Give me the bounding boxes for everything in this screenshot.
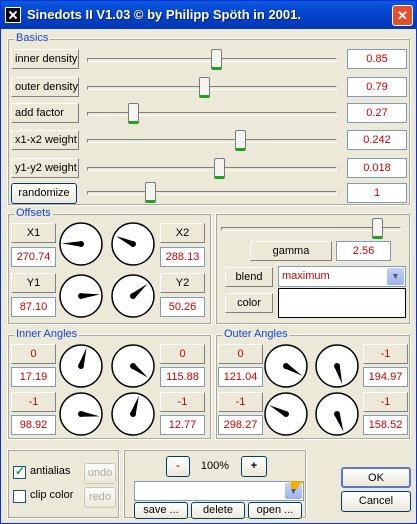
gamma-value[interactable]: 2.56	[336, 241, 391, 261]
open-button[interactable]: open ...	[248, 502, 302, 519]
inner-bl-dial[interactable]	[58, 391, 104, 437]
app-icon	[5, 7, 21, 23]
y1-y2-weight-slider-thumb[interactable]	[214, 158, 225, 179]
y2-value[interactable]: 50.26	[160, 297, 205, 317]
gamma-slider-thumb[interactable]	[372, 218, 383, 239]
y1-y2-weight-label: y1-y2 weight	[11, 158, 79, 178]
outer-tl-value[interactable]: 121.04	[218, 367, 263, 387]
y1-y2-weight-slider[interactable]	[87, 158, 337, 179]
inner-density-label: inner density	[11, 49, 79, 69]
offsets-title: Offsets	[14, 207, 53, 220]
add-factor-slider[interactable]	[87, 103, 337, 124]
ok-button[interactable]: OK	[341, 467, 411, 488]
inner-tl-dial[interactable]	[58, 343, 104, 389]
checkmark-icon: ✓	[15, 464, 26, 478]
chevron-down-icon[interactable]: ▼	[387, 268, 404, 285]
add-factor-slider-thumb[interactable]	[128, 103, 139, 124]
outer-tl-sign[interactable]: 0	[218, 344, 263, 364]
y2-label: Y2	[160, 273, 205, 293]
outer-br-value[interactable]: 158.52	[363, 415, 408, 435]
randomize-button[interactable]: randomize	[11, 183, 77, 204]
offset-x1-dial[interactable]	[58, 221, 104, 267]
clip-color-checkbox[interactable]	[13, 490, 26, 503]
app-window: Sinedots II V1.03 © by Philipp Spöth in …	[0, 0, 417, 524]
save-button[interactable]: save ...	[134, 502, 188, 519]
inner-bl-value[interactable]: 98.92	[11, 415, 56, 435]
x1-x2-weight-slider[interactable]	[87, 130, 337, 151]
add-factor-label: add factor	[11, 103, 79, 123]
antialias-label: antialias	[30, 465, 71, 477]
x1-x2-weight-label: x1-x2 weight	[11, 130, 79, 150]
zoom-level: 100%	[200, 460, 230, 472]
inner-density-slider[interactable]	[87, 49, 337, 70]
blend-select[interactable]: maximum ▼	[278, 266, 406, 287]
outer-bl-sign[interactable]: -1	[218, 392, 263, 412]
inner-bl-sign[interactable]: -1	[11, 392, 56, 412]
inner-tl-sign[interactable]: 0	[11, 344, 56, 364]
x2-label: X2	[160, 223, 205, 243]
undo-button[interactable]: undo	[84, 463, 116, 484]
color-swatch[interactable]	[278, 288, 406, 318]
x1-x2-weight-value[interactable]: 0.242	[347, 130, 407, 150]
outer-tl-dial[interactable]	[263, 343, 309, 389]
outer-tr-dial[interactable]	[314, 343, 360, 389]
y1-label: Y1	[11, 273, 56, 293]
zoom-in-button[interactable]: +	[241, 456, 267, 477]
offset-y1-dial[interactable]	[58, 273, 104, 319]
color-label: color	[225, 293, 273, 313]
inner-angles-title: Inner Angles	[14, 328, 80, 341]
window-title: Sinedots II V1.03 © by Philipp Spöth in …	[27, 7, 301, 22]
offset-x2-dial[interactable]	[110, 221, 156, 267]
gamma-slider[interactable]	[221, 218, 401, 239]
delete-button[interactable]: delete	[191, 502, 245, 519]
x2-value[interactable]: 288.13	[160, 247, 205, 267]
inner-density-slider-thumb[interactable]	[211, 49, 222, 70]
outer-angles-title: Outer Angles	[222, 328, 290, 341]
blend-select-value: maximum	[282, 270, 330, 282]
outer-bl-dial[interactable]	[263, 391, 309, 437]
preset-select[interactable]: ▼	[134, 481, 304, 501]
antialias-checkbox[interactable]: ✓	[13, 464, 26, 479]
blend-label: blend	[225, 267, 273, 287]
zoom-out-button[interactable]: -	[166, 456, 190, 477]
inner-tr-value[interactable]: 115.88	[160, 367, 205, 387]
inner-tr-dial[interactable]	[110, 343, 156, 389]
close-button[interactable]: ✕	[392, 5, 413, 26]
redo-button[interactable]: redo	[84, 487, 116, 508]
title-bar[interactable]: Sinedots II V1.03 © by Philipp Spöth in …	[1, 1, 416, 29]
randomize-value[interactable]: 1	[347, 183, 407, 203]
inner-br-value[interactable]: 12.77	[160, 415, 205, 435]
inner-tr-sign[interactable]: 0	[160, 344, 205, 364]
outer-density-value[interactable]: 0.79	[347, 77, 407, 97]
y1-value[interactable]: 87.10	[11, 297, 56, 317]
outer-tr-value[interactable]: 194.97	[363, 367, 408, 387]
outer-density-slider-thumb[interactable]	[199, 77, 210, 98]
options-group	[7, 449, 120, 519]
inner-density-value[interactable]: 0.85	[347, 49, 407, 69]
inner-br-dial[interactable]	[110, 391, 156, 437]
outer-br-dial[interactable]	[314, 391, 360, 437]
gamma-label: gamma	[250, 241, 332, 261]
hand-cursor-icon: ☛	[289, 475, 306, 495]
randomize-slider[interactable]	[87, 182, 337, 203]
outer-density-label: outer density	[11, 77, 79, 97]
inner-br-sign[interactable]: -1	[160, 392, 205, 412]
add-factor-value[interactable]: 0.27	[347, 103, 407, 123]
outer-tr-sign[interactable]: -1	[363, 344, 408, 364]
x1-label: X1	[11, 223, 56, 243]
offset-y2-dial[interactable]	[110, 273, 156, 319]
randomize-slider-thumb[interactable]	[145, 182, 156, 203]
outer-bl-value[interactable]: 298.27	[218, 415, 263, 435]
cancel-button[interactable]: Cancel	[341, 491, 411, 512]
clip-color-label: clip color	[30, 489, 74, 501]
x1-value[interactable]: 270.74	[11, 247, 56, 267]
y1-y2-weight-value[interactable]: 0.018	[347, 158, 407, 178]
outer-density-slider[interactable]	[87, 77, 337, 98]
basics-title: Basics	[14, 32, 51, 45]
x1-x2-weight-slider-thumb[interactable]	[235, 130, 246, 151]
outer-br-sign[interactable]: -1	[363, 392, 408, 412]
inner-tl-value[interactable]: 17.19	[11, 367, 56, 387]
